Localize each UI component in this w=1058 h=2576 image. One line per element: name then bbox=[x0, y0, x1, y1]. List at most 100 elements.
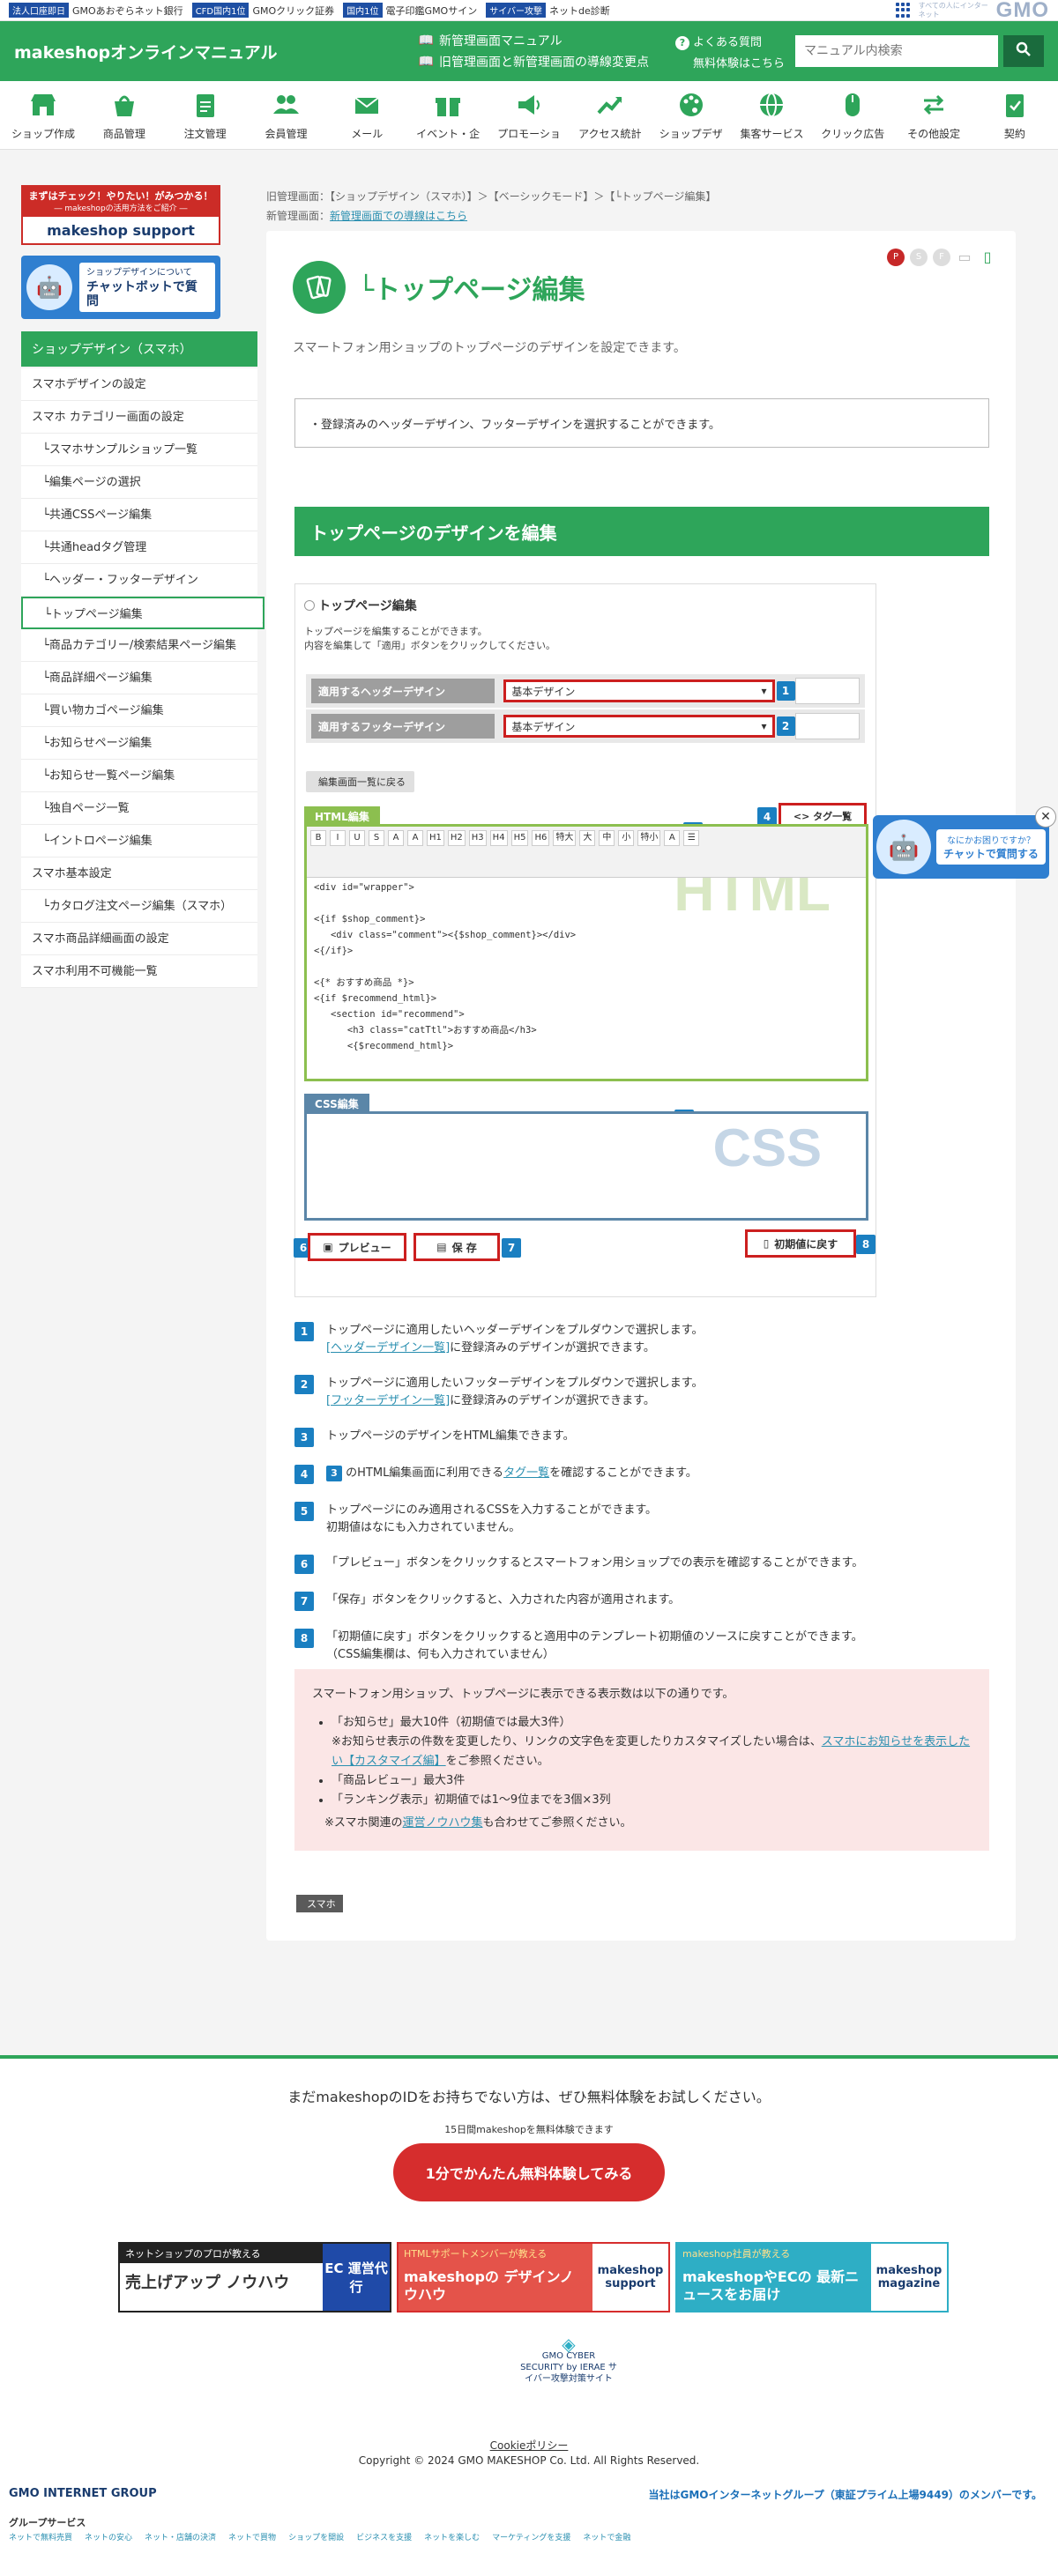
nav-contract[interactable]: 契約 bbox=[977, 81, 1053, 149]
sidebar-item[interactable]: └独自ページ一覧 bbox=[21, 792, 257, 825]
nav-orders[interactable]: 注文管理 bbox=[168, 81, 243, 149]
banner-ec-knowhow[interactable]: ネットショップのプロが教える 売上げアップ ノウハウ EC 運営代行 bbox=[118, 2242, 391, 2312]
knowhow-link[interactable]: 運営ノウハウ集 bbox=[403, 1816, 483, 1830]
group-service-link[interactable]: ビジネスを支援 bbox=[356, 2531, 412, 2543]
sidebar-item[interactable]: └商品カテゴリー/検索結果ページ編集 bbox=[21, 629, 257, 662]
nav-click-ads[interactable]: クリック広告 bbox=[815, 81, 890, 149]
sidebar-item[interactable]: └共通CSSページ編集 bbox=[21, 499, 257, 531]
sidebar-item[interactable]: スマホ カテゴリー画面の設定 bbox=[21, 401, 257, 434]
sidebar-item[interactable]: └トップページ編集 bbox=[21, 597, 264, 629]
toolbar-button[interactable]: 大 bbox=[579, 830, 596, 846]
toolbar-button[interactable]: 中 bbox=[599, 830, 615, 846]
nav-mail[interactable]: メール bbox=[329, 81, 405, 149]
gmo-link-bank[interactable]: 法人口座即日 GMOあおぞらネット銀行 bbox=[9, 3, 183, 18]
new-admin-link[interactable]: 新管理画面での導線はこちら bbox=[330, 210, 467, 222]
toolbar-button[interactable]: 特大 bbox=[553, 830, 577, 846]
chatbot-banner[interactable]: 🤖 ショップデザインについて チャットボットで質問 bbox=[21, 256, 220, 319]
sidebar-item[interactable]: └ヘッダー・フッターデザイン bbox=[21, 564, 257, 597]
banner-design-knowhow[interactable]: HTMLサポートメンバーが教える makeshopの デザインノウハウ makes… bbox=[397, 2242, 670, 2312]
toolbar-button[interactable]: H3 bbox=[468, 830, 487, 846]
reset-button[interactable]: ▯ 初期値に戻す bbox=[745, 1229, 856, 1258]
sidebar-item[interactable]: └お知らせ一覧ページ編集 bbox=[21, 760, 257, 792]
link-new-manual[interactable]: 📖 新管理画面マニュアル bbox=[419, 32, 649, 49]
nav-analytics[interactable]: アクセス統計 bbox=[572, 81, 648, 149]
search-input[interactable] bbox=[795, 35, 998, 67]
gmo-group-logo[interactable]: GMO INTERNET GROUP bbox=[9, 2487, 157, 2500]
html-code[interactable]: HTML <div id="wrapper"> <{if $shop_commen… bbox=[307, 878, 866, 1072]
toolbar-button[interactable]: 小 bbox=[618, 830, 635, 846]
footer-design-list-link[interactable]: [フッターデザイン一覧] bbox=[326, 1394, 450, 1407]
back-to-list-button[interactable]: 編集画面一覧に戻る bbox=[306, 771, 414, 792]
header-design-list-link[interactable]: [ヘッダーデザイン一覧] bbox=[326, 1341, 450, 1355]
trial-link[interactable]: 無料体験はこちら bbox=[675, 54, 785, 71]
gmo-link-securities[interactable]: CFD国内1位 GMOクリック証券 bbox=[191, 3, 334, 18]
gmo-link-security[interactable]: サイバー攻撃 ネットde診断 bbox=[486, 3, 610, 18]
group-service-link[interactable]: ネットで買物 bbox=[228, 2531, 276, 2543]
preview-button[interactable]: ▣ プレビュー bbox=[308, 1233, 406, 1261]
cookie-policy-link[interactable]: Cookieポリシー bbox=[0, 2438, 1058, 2453]
footer-design-select[interactable]: 基本デザイン ▾ bbox=[503, 715, 775, 738]
sidebar-heading[interactable]: ショップデザイン（スマホ） bbox=[21, 331, 257, 367]
nav-events[interactable]: イベント・企 bbox=[410, 81, 486, 149]
sidebar-item[interactable]: └スマホサンプルショップ一覧 bbox=[21, 434, 257, 466]
toolbar-button[interactable]: H1 bbox=[427, 830, 444, 846]
nav-shop-design[interactable]: ショップデザ bbox=[653, 81, 729, 149]
sidebar-item[interactable]: └編集ページの選択 bbox=[21, 466, 257, 499]
sidebar-item[interactable]: └お知らせページ編集 bbox=[21, 727, 257, 760]
free-trial-button[interactable]: 1分でかんたん無料体験してみる bbox=[393, 2143, 665, 2201]
search-button[interactable] bbox=[1003, 35, 1044, 67]
sidebar-item[interactable]: スマホ商品詳細画面の設定 bbox=[21, 923, 257, 955]
sidebar-item[interactable]: スマホ利用不可機能一覧 bbox=[21, 955, 257, 988]
sidebar-item[interactable]: スマホデザインの設定 bbox=[21, 368, 257, 401]
floating-chatbot[interactable]: 🤖 なにかお困りですか？ チャットで質問する ✕ bbox=[873, 806, 1056, 879]
toolbar-button[interactable]: H2 bbox=[447, 830, 466, 846]
gmo-logo[interactable]: GMO bbox=[996, 0, 1049, 23]
support-banner[interactable]: まずはチェック！やりたい！がみつかる！ ― makeshopの活用方法をご紹介 ―… bbox=[21, 185, 220, 245]
toolbar-button[interactable]: U bbox=[349, 830, 365, 846]
grid-menu-icon[interactable] bbox=[895, 2, 912, 19]
sidebar-item[interactable]: └共通headタグ管理 bbox=[21, 531, 257, 564]
nav-products[interactable]: 商品管理 bbox=[86, 81, 162, 149]
toolbar-button[interactable]: 特小 bbox=[637, 830, 661, 846]
group-service-link[interactable]: ネット・店舗の決済 bbox=[145, 2531, 216, 2543]
toolbar-button[interactable]: A bbox=[388, 830, 404, 846]
group-service-link[interactable]: マーケティングを支援 bbox=[492, 2531, 570, 2543]
group-service-link[interactable]: ネットの安心 bbox=[85, 2531, 132, 2543]
header-design-select[interactable]: 基本デザイン ▾ bbox=[503, 679, 775, 702]
sidebar-item[interactable]: └買い物カゴページ編集 bbox=[21, 694, 257, 727]
tag-smartphone[interactable]: スマホ bbox=[296, 1895, 343, 1912]
site-title[interactable]: makeshopオンラインマニュアル bbox=[14, 40, 278, 63]
sidebar-item[interactable]: └カタログ注文ページ編集（スマホ） bbox=[21, 890, 257, 923]
sidebar-item[interactable]: スマホ基本設定 bbox=[21, 857, 257, 890]
toolbar-button[interactable]: B bbox=[310, 830, 326, 846]
gmo-link-sign[interactable]: 国内1位 電子印鑑GMOサイン bbox=[343, 3, 477, 18]
toolbar-button[interactable]: H4 bbox=[489, 830, 508, 846]
nav-other-settings[interactable]: その他設定 bbox=[896, 81, 972, 149]
sidebar-item[interactable]: └イントロページ編集 bbox=[21, 825, 257, 857]
nav-shop-create[interactable]: ショップ作成 bbox=[5, 81, 81, 149]
security-badge[interactable]: ◈ GMO CYBER SECURITY by IERAE サイバー攻撃対策サイト bbox=[520, 2335, 617, 2385]
close-icon[interactable]: ✕ bbox=[1035, 806, 1056, 828]
save-button[interactable]: ▤ 保 存 bbox=[414, 1233, 500, 1261]
nav-promotion[interactable]: プロモーショ bbox=[491, 81, 567, 149]
toolbar-button[interactable]: A bbox=[407, 830, 423, 846]
toolbar-button[interactable]: S bbox=[369, 830, 384, 846]
link-change-points[interactable]: 📖 旧管理画面と新管理画面の導線変更点 bbox=[419, 53, 649, 71]
group-service-link[interactable]: ネットで無料売買 bbox=[9, 2531, 72, 2543]
nav-marketing[interactable]: 集客サービス bbox=[734, 81, 809, 149]
sidebar-item[interactable]: └商品詳細ページ編集 bbox=[21, 662, 257, 694]
group-service-link[interactable]: ネットで金融 bbox=[583, 2531, 630, 2543]
faq-link[interactable]: ? よくある質問 bbox=[674, 33, 785, 50]
group-service-link[interactable]: ショップを開設 bbox=[288, 2531, 344, 2543]
html-editor[interactable]: B I U S A A H1 H2 H3 H4 H5 H6 特大大中小特小 A ☰ HTML <div id=… bbox=[304, 824, 868, 1081]
nav-members[interactable]: 会員管理 bbox=[248, 81, 324, 149]
banner-ec-news[interactable]: makeshop社員が教える makeshopやECの 最新ニュースをお届け ma… bbox=[675, 2242, 949, 2312]
css-editor[interactable]: CSS bbox=[304, 1111, 868, 1221]
toolbar-button[interactable]: H6 bbox=[532, 830, 550, 846]
group-service-link[interactable]: ネットを楽しむ bbox=[424, 2531, 480, 2543]
toolbar-button[interactable]: H5 bbox=[510, 830, 529, 846]
toolbar-button[interactable]: I bbox=[330, 830, 346, 846]
toolbar-button[interactable]: ☰ bbox=[683, 830, 700, 846]
tag-list-link[interactable]: タグ一覧 bbox=[503, 1466, 549, 1480]
toolbar-button[interactable]: A bbox=[664, 830, 681, 846]
